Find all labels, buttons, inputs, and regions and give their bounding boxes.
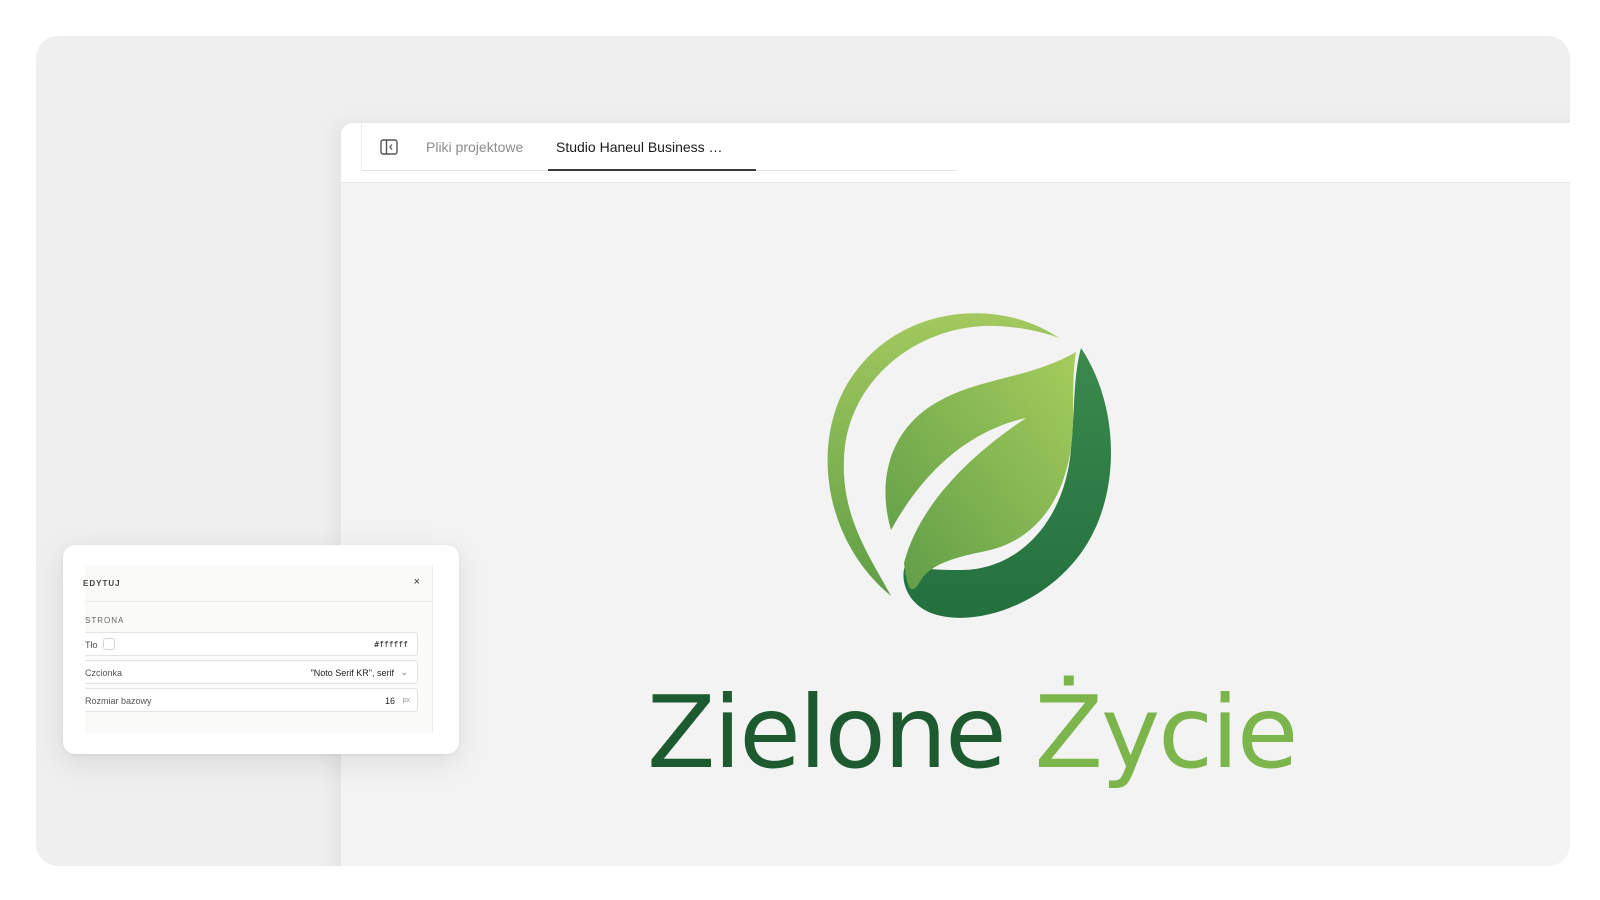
color-swatch[interactable]	[103, 638, 115, 650]
prop-label-background: Tło	[85, 640, 98, 650]
base-size-input[interactable]: 16	[385, 696, 395, 706]
sidebar-toggle-icon[interactable]	[380, 139, 398, 155]
edit-panel-header: EDYTUJ ×	[83, 565, 432, 602]
wordmark-light: Życie	[1034, 674, 1298, 791]
app-stage: Pliki projektowe Studio Haneul Business …	[36, 36, 1570, 866]
close-icon[interactable]: ×	[414, 576, 420, 588]
tab-bar: Pliki projektowe Studio Haneul Business …	[341, 123, 1570, 183]
edit-panel-title: EDYTUJ	[83, 579, 121, 588]
edit-panel-body: EDYTUJ × STRONA Tło #ffffff Czcionka "No…	[83, 565, 433, 733]
tab-strip: Pliki projektowe Studio Haneul Business …	[361, 123, 957, 171]
app-window: Pliki projektowe Studio Haneul Business …	[340, 122, 1570, 866]
section-label-page: STRONA	[85, 616, 125, 625]
unit-label: px	[402, 697, 410, 704]
tab-active-document[interactable]: Studio Haneul Business …	[548, 123, 756, 171]
leaf-logo-icon	[827, 313, 1111, 618]
font-select-value[interactable]: "Noto Serif KR", serif	[311, 668, 394, 678]
edit-panel: EDYTUJ × STRONA Tło #ffffff Czcionka "No…	[63, 545, 459, 754]
chevron-down-icon[interactable]: ⌄	[400, 667, 408, 678]
tab-project-files[interactable]: Pliki projektowe	[426, 123, 523, 171]
prop-label-base-size: Rozmiar bazowy	[85, 696, 152, 706]
logo-wordmark: Zielone Życie	[647, 683, 1298, 783]
background-value[interactable]: #ffffff	[374, 640, 408, 649]
prop-row-background[interactable]: Tło #ffffff	[85, 632, 418, 656]
prop-row-font[interactable]: Czcionka "Noto Serif KR", serif ⌄	[85, 660, 418, 684]
prop-label-font: Czcionka	[85, 668, 123, 678]
prop-row-base-size[interactable]: Rozmiar bazowy 16 px	[85, 688, 418, 712]
design-canvas[interactable]: Zielone Życie	[341, 184, 1570, 866]
wordmark-dark: Zielone	[647, 674, 1007, 791]
